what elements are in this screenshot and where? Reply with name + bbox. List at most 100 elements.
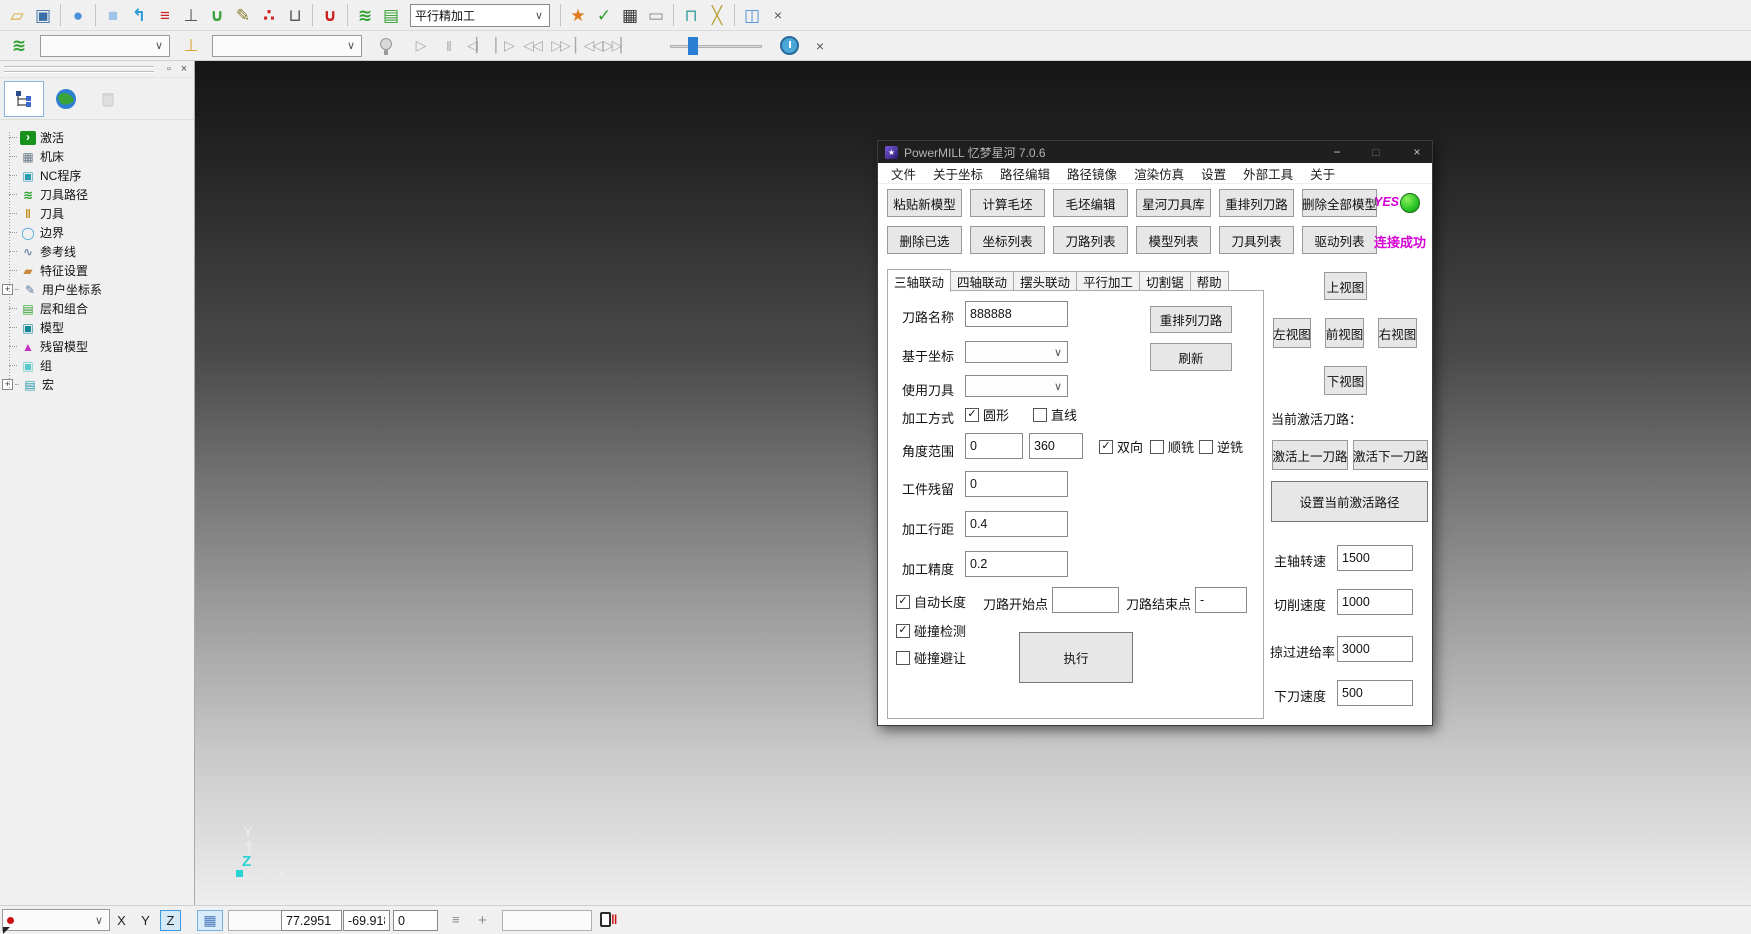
checkbox-unchecked[interactable] (1033, 408, 1047, 422)
probe-icon[interactable]: + (478, 912, 487, 929)
tolerance-input[interactable] (965, 551, 1068, 577)
spindle-speed-input[interactable] (1337, 545, 1413, 571)
save-icon[interactable]: ▣ (30, 2, 56, 28)
shade-sphere-icon[interactable]: ● (65, 2, 91, 28)
cutting-feed-input[interactable] (1337, 589, 1413, 615)
skim-feed-input[interactable] (1337, 636, 1413, 662)
pages-icon[interactable]: ‖ (600, 912, 616, 927)
panel-grip[interactable] (4, 71, 154, 73)
block-icon[interactable]: ■ (100, 2, 126, 28)
coord-z-input[interactable] (393, 910, 438, 931)
checkbox-unchecked[interactable] (1150, 440, 1164, 454)
activate-next-toolpath-button[interactable]: 激活下一刀路 (1353, 440, 1428, 470)
calculator-icon[interactable]: ▦ (617, 2, 643, 28)
menu-about-coords[interactable]: 关于坐标 (933, 164, 983, 183)
pause-button[interactable]: ‖ (436, 34, 460, 58)
tree-item-activate[interactable]: › 激活 (0, 128, 194, 147)
tab-explorer-tree[interactable] (4, 81, 44, 117)
float-panel-icon[interactable]: ▫ (162, 62, 176, 76)
tool-icon[interactable]: ⊥ (178, 2, 204, 28)
open-file-icon[interactable]: ▱ (4, 2, 30, 28)
calc-block-button[interactable]: 计算毛坯 (970, 189, 1045, 217)
drive-list-button[interactable]: 驱动列表 (1302, 226, 1377, 254)
view-bottom-button[interactable]: 下视图 (1324, 366, 1367, 395)
plunge-feed-input[interactable] (1337, 680, 1413, 706)
checkbox-checked[interactable]: ✓ (896, 624, 910, 638)
tree-item-patterns[interactable]: ∿ 参考线 (0, 242, 194, 261)
xyz-list-icon[interactable]: ≡ (452, 912, 460, 927)
toolpath-name-input[interactable] (965, 301, 1068, 327)
tab-trash[interactable] (88, 81, 128, 117)
tab-3axis[interactable]: 三轴联动 (887, 269, 951, 292)
use-tool-select[interactable]: ∨ (965, 375, 1068, 397)
block-edit-button[interactable]: 毛坯编辑 (1053, 189, 1128, 217)
close-panel-icon[interactable]: × (177, 62, 191, 76)
checkbox-checked[interactable]: ✓ (896, 595, 910, 609)
view-left-button[interactable]: 左视图 (1273, 318, 1311, 348)
refresh-button[interactable]: 刷新 (1150, 343, 1232, 371)
workplane-select[interactable]: ∨ (2, 909, 110, 931)
points-icon[interactable]: ∴ (256, 2, 282, 28)
toolpath-select[interactable]: ∨ (40, 35, 170, 57)
rapid-moves-icon[interactable]: ↰ (126, 2, 152, 28)
light-bulb-icon[interactable] (380, 38, 392, 50)
end-point-input[interactable] (1195, 587, 1247, 613)
resize-grip[interactable] (3, 927, 10, 934)
go-end-button[interactable]: ▷▷▏ (604, 34, 628, 58)
tab-parallel[interactable]: 平行加工 (1076, 271, 1140, 291)
activate-prev-toolpath-button[interactable]: 激活上一刀路 (1272, 440, 1348, 470)
axis-z-button[interactable]: Z (160, 910, 181, 931)
speed-slider[interactable] (670, 35, 762, 57)
dialog-titlebar[interactable]: ★ PowerMILL 忆梦星河 7.0.6 − □ × (878, 141, 1432, 163)
collision-avoid-checkbox[interactable]: 碰撞避让 (896, 648, 966, 667)
slider-thumb[interactable] (688, 37, 698, 55)
tree-item-levels-sets[interactable]: ▤ 层和组合 (0, 299, 194, 318)
bidirectional-checkbox[interactable]: ✓ 双向 (1099, 437, 1143, 456)
clock-icon[interactable] (780, 36, 799, 55)
toolpath-spring-icon[interactable]: ≋ (352, 2, 378, 28)
go-start-button[interactable]: ▏◁◁ (576, 34, 600, 58)
menu-path-mirror[interactable]: 路径镜像 (1067, 164, 1117, 183)
arc-fit-icon[interactable]: ∪ (317, 2, 343, 28)
tree-item-tools[interactable]: ‖ 刀具 (0, 204, 194, 223)
mode-line-checkbox[interactable]: 直线 (1033, 405, 1077, 424)
simulate-blocks-icon[interactable]: ◫ (739, 2, 765, 28)
paste-new-model-button[interactable]: 粘贴新模型 (887, 189, 962, 217)
rewind-button[interactable]: ◁◁ (520, 34, 544, 58)
stock-input[interactable] (965, 471, 1068, 497)
checkbox-checked[interactable]: ✓ (1099, 440, 1113, 454)
tree-item-boundaries[interactable]: ◯ 边界 (0, 223, 194, 242)
coord-y-input[interactable] (343, 910, 390, 931)
swap-icon[interactable]: ╳ (704, 2, 730, 28)
tree-item-groups[interactable]: ▣ 组 (0, 356, 194, 375)
checkbox-unchecked[interactable] (896, 651, 910, 665)
close-button[interactable]: × (1402, 141, 1432, 163)
tree-item-workplanes[interactable]: + ✎ 用户坐标系 (0, 280, 194, 299)
ruler-icon[interactable]: ▭ (643, 2, 669, 28)
panel-grip[interactable] (4, 66, 154, 68)
collision-check-checkbox[interactable]: ✓ 碰撞检测 (896, 621, 966, 640)
tree-item-machine-tool[interactable]: ▦ 机床 (0, 147, 194, 166)
tool-library-button[interactable]: 星河刀具库 (1136, 189, 1211, 217)
leads-links-icon[interactable]: ⊔ (282, 2, 308, 28)
tool-holder-icon[interactable]: ⊓ (678, 2, 704, 28)
axis-y-button[interactable]: Y (135, 910, 156, 931)
delete-all-models-button[interactable]: 删除全部模型 (1302, 189, 1377, 217)
menu-render-sim[interactable]: 渲染仿真 (1134, 164, 1184, 183)
delete-selected-button[interactable]: 删除已选 (887, 226, 962, 254)
strategy-select[interactable]: 平行精加工 ∨ (410, 4, 550, 27)
tree-item-feature-sets[interactable]: ▰ 特征设置 (0, 261, 194, 280)
menu-about[interactable]: 关于 (1310, 164, 1335, 183)
view-right-button[interactable]: 右视图 (1378, 318, 1417, 348)
coord-list-button[interactable]: 坐标列表 (970, 226, 1045, 254)
close-toolbar-icon[interactable]: × (765, 2, 791, 28)
tree-item-stock-models[interactable]: ▲ 残留模型 (0, 337, 194, 356)
view-front-button[interactable]: 前视图 (1325, 318, 1364, 348)
model-list-button[interactable]: 模型列表 (1136, 226, 1211, 254)
pattern-pencil-icon[interactable]: ✎ (230, 2, 256, 28)
view-top-button[interactable]: 上视图 (1324, 272, 1367, 300)
fast-forward-button[interactable]: ▷▷ (548, 34, 572, 58)
play-button[interactable]: ▷ (408, 34, 432, 58)
close-playback-icon[interactable]: × (807, 33, 833, 59)
maximize-button[interactable]: □ (1361, 141, 1391, 163)
